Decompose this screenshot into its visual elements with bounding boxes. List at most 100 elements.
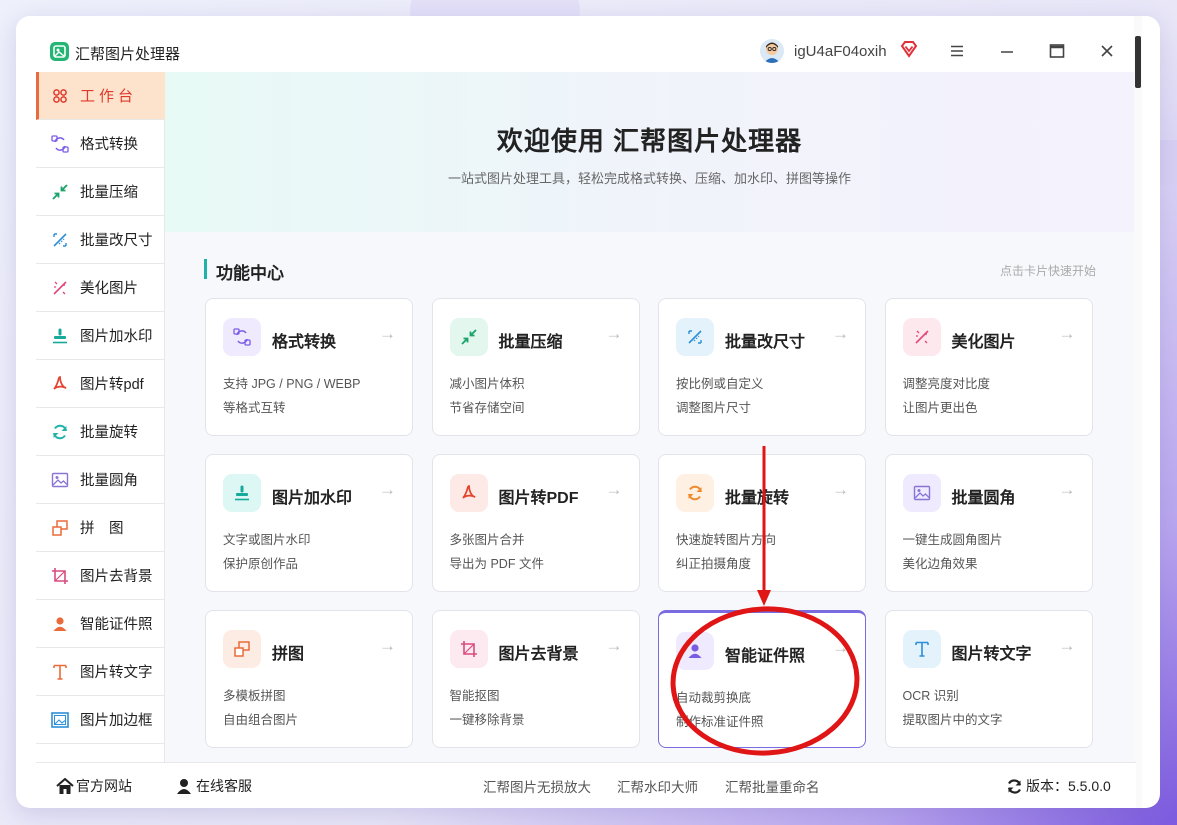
user-avatar[interactable] [760, 39, 784, 63]
card-desc-line1: 一键生成圆角图片 [902, 533, 1003, 547]
hero-banner: 欢迎使用 汇帮图片处理器 一站式图片处理工具，轻松完成格式转换、压缩、加水印、拼… [165, 72, 1134, 232]
card-desc-line1: 调整亮度对比度 [902, 377, 991, 391]
convert-icon [223, 318, 261, 356]
home-link[interactable]: 官方网站 [56, 776, 132, 796]
arrow-right-icon: → [832, 324, 849, 343]
arrow-right-icon: → [1058, 324, 1076, 343]
minimize-icon[interactable] [998, 42, 1016, 60]
maximize-icon[interactable] [1048, 42, 1066, 60]
resize-icon [676, 318, 714, 356]
sidebar-item-label: 图片转pdf [80, 377, 144, 393]
feature-card[interactable]: 美化图片 → 调整亮度对比度 让图片更出色 [884, 298, 1093, 436]
grid-icon [51, 87, 69, 105]
frame-icon [51, 711, 69, 729]
sidebar-item-10[interactable]: 图片去背景 [36, 552, 164, 600]
service-link[interactable]: 在线客服 [176, 776, 252, 796]
feature-card[interactable]: 批量旋转 → 快速旋转图片方向 纠正拍摄角度 [658, 454, 866, 592]
feature-card[interactable]: 图片加水印 → 文字或图片水印 保护原创作品 [205, 454, 413, 592]
stamp-icon [51, 327, 69, 345]
home-link-label: 官方网站 [76, 778, 132, 794]
app-window: 汇帮图片处理器 igU4aF04oxih 工作台 格式转换 批量压缩 批量改尺寸 美化图… [16, 16, 1160, 808]
feature-card[interactable]: 拼图 → 多模板拼图 自由组合图片 [205, 610, 413, 748]
resize-icon [51, 231, 69, 249]
sidebar-item-label: 图片去背景 [80, 569, 153, 585]
card-desc-line1: 减小图片体积 [449, 377, 525, 391]
version-label: 版本：5.5.0.0 [1026, 778, 1111, 794]
username[interactable]: igU4aF04oxih [794, 43, 887, 60]
sidebar-item-8[interactable]: 批量圆角 [36, 456, 164, 504]
arrow-right-icon: → [1058, 480, 1076, 499]
feature-card[interactable]: 批量改尺寸 → 按比例或自定义 调整图片尺寸 [658, 298, 866, 436]
crop-icon [51, 567, 69, 585]
scrollbar-track[interactable] [1134, 16, 1142, 808]
home-icon [56, 777, 74, 795]
feature-card[interactable]: 智能证件照 → 自动裁剪换底 制作标准证件照 [658, 610, 866, 748]
card-title: 图片转文字 [951, 646, 1032, 663]
arrow-right-icon: → [832, 638, 849, 657]
card-title: 图片去背景 [498, 646, 579, 663]
refresh-icon[interactable] [1006, 778, 1023, 795]
sidebar-item-label: 图片转文字 [80, 665, 153, 681]
convert-icon [51, 134, 69, 153]
sidebar-item-5[interactable]: 图片加水印 [36, 312, 164, 360]
card-title: 图片加水印 [272, 490, 353, 507]
compress-icon [51, 183, 69, 201]
footer-link-rename[interactable]: 汇帮批量重命名 [725, 776, 820, 796]
sidebar-item-3[interactable]: 批量改尺寸 [36, 216, 164, 264]
feature-card[interactable]: 图片去背景 → 智能抠图 一键移除背景 [431, 610, 640, 748]
sidebar-item-6[interactable]: 图片转pdf [36, 360, 164, 408]
arrow-right-icon: → [832, 480, 849, 499]
menu-icon[interactable] [948, 42, 966, 60]
card-desc-line1: 智能抠图 [449, 689, 500, 703]
feature-card[interactable]: 批量压缩 → 减小图片体积 节省存储空间 [431, 298, 640, 436]
pdf-icon [51, 375, 69, 393]
card-desc-line2: 自由组合图片 [223, 713, 299, 727]
text-icon [51, 663, 69, 681]
card-desc-line2: 美化边角效果 [902, 557, 978, 571]
sidebar-item-label: 批量改尺寸 [80, 233, 153, 249]
version-info: 版本：5.5.0.0 [1006, 776, 1111, 796]
feature-card[interactable]: 批量圆角 → 一键生成圆角图片 美化边角效果 [884, 454, 1093, 592]
sidebar-item-13[interactable]: 图片加边框 [36, 696, 164, 744]
sidebar-item-label: 图片加水印 [80, 329, 153, 345]
feature-card[interactable]: 图片转PDF → 多张图片合并 导出为 PDF 文件 [431, 454, 640, 592]
vip-icon[interactable] [900, 40, 918, 63]
collage-icon [223, 630, 261, 668]
card-title: 批量圆角 [951, 490, 1016, 507]
sidebar-item-0[interactable]: 工作台 [36, 72, 167, 120]
sidebar-item-11[interactable]: 智能证件照 [36, 600, 164, 648]
feature-card[interactable]: 格式转换 → 支持 JPG / PNG / WEBP 等格式互转 [205, 298, 413, 436]
footer-bar: 官方网站 在线客服 汇帮图片无损放大 汇帮水印大师 汇帮批量重命名 版本：5.5… [36, 762, 1136, 808]
feature-card[interactable]: 图片转文字 → OCR 识别 提取图片中的文字 [884, 610, 1093, 748]
card-desc-line2: 调整图片尺寸 [676, 401, 752, 415]
footer-link-upscale[interactable]: 汇帮图片无损放大 [483, 776, 591, 796]
sidebar-item-7[interactable]: 批量旋转 [36, 408, 164, 456]
sidebar-item-label: 批量圆角 [80, 473, 138, 489]
arrow-right-icon: → [605, 636, 623, 655]
sidebar-item-9[interactable]: 拼 图 [36, 504, 164, 552]
arrow-right-icon: → [605, 324, 623, 343]
sidebar-item-4[interactable]: 美化图片 [36, 264, 164, 312]
title-bar: 汇帮图片处理器 igU4aF04oxih [16, 16, 1136, 71]
footer-link-watermark[interactable]: 汇帮水印大师 [617, 776, 698, 796]
service-link-label: 在线客服 [196, 778, 252, 794]
section-accent-bar [204, 259, 207, 279]
arrow-right-icon: → [379, 636, 396, 655]
sidebar-item-label: 拼 图 [80, 521, 124, 537]
sidebar-item-1[interactable]: 格式转换 [36, 120, 164, 168]
sidebar-item-12[interactable]: 图片转文字 [36, 648, 164, 696]
sidebar-item-label: 批量压缩 [80, 185, 138, 201]
card-title: 美化图片 [951, 334, 1016, 351]
sidebar-item-2[interactable]: 批量压缩 [36, 168, 164, 216]
arrow-right-icon: → [605, 480, 623, 499]
image-icon [902, 474, 941, 512]
arrow-right-icon: → [379, 324, 396, 343]
card-desc-line2: 保护原创作品 [223, 557, 299, 571]
text-icon [902, 630, 941, 668]
app-logo-icon [50, 42, 69, 61]
card-desc-line2: 纠正拍摄角度 [676, 557, 752, 571]
card-title: 批量压缩 [498, 334, 563, 351]
sidebar-item-label: 美化图片 [80, 281, 138, 297]
close-icon[interactable] [1098, 42, 1116, 60]
scrollbar-thumb[interactable] [1135, 36, 1141, 88]
